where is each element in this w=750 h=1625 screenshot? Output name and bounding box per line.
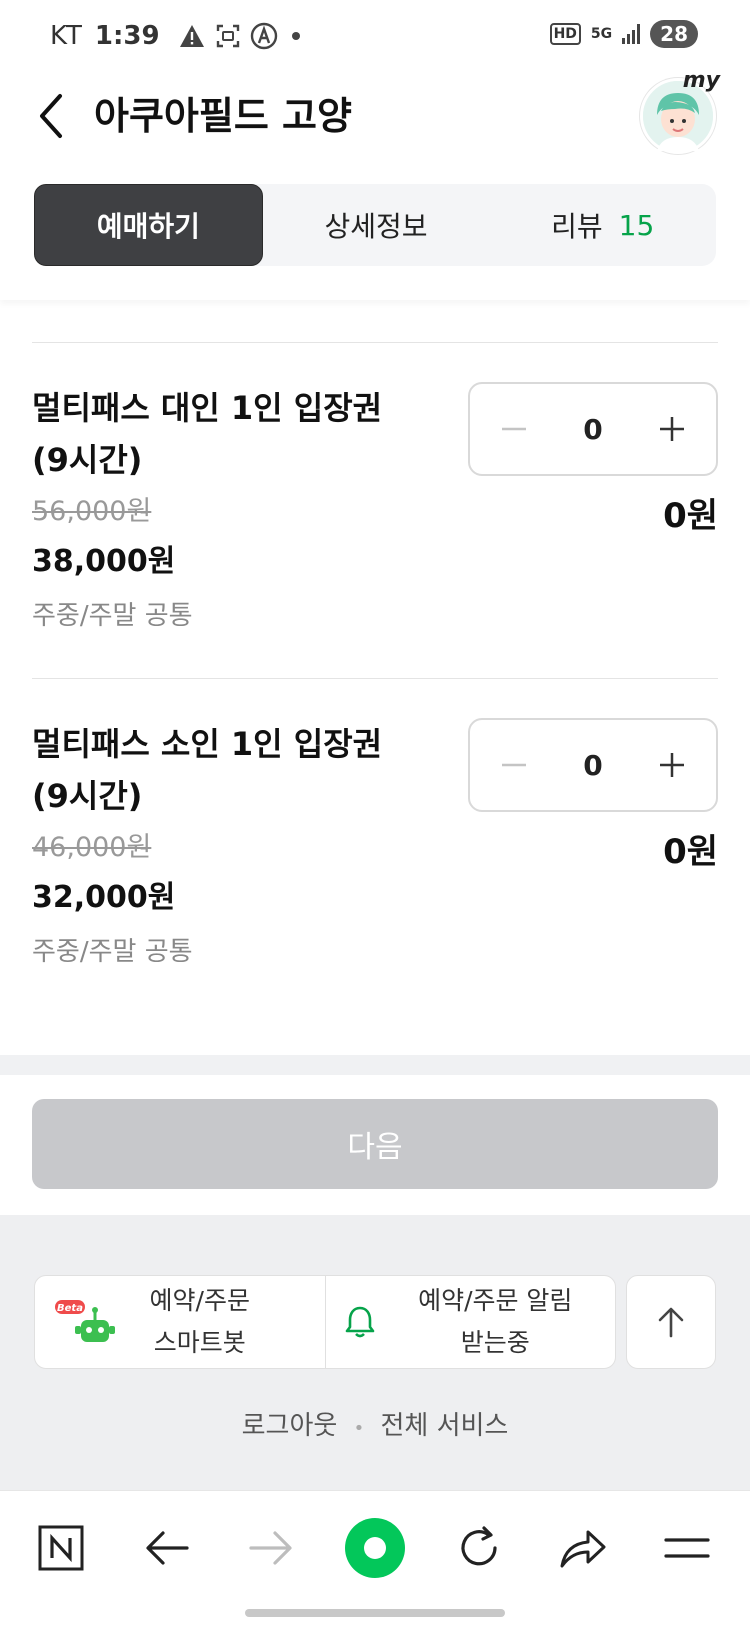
tab-bar-container: 예매하기 상세정보 리뷰 15: [0, 160, 750, 300]
tab-reviews-label: 리뷰: [551, 210, 603, 243]
refresh-icon: [461, 1526, 497, 1566]
refresh-button[interactable]: [444, 1513, 514, 1583]
warning-icon: [179, 25, 204, 47]
divider: [32, 678, 718, 679]
notification-dot: [291, 32, 300, 40]
order-alert-label-line2: 받는중: [460, 1328, 530, 1357]
green-dot-icon: [345, 1518, 405, 1578]
browser-forward-button[interactable]: [236, 1513, 306, 1583]
logout-link[interactable]: 로그아웃: [242, 1411, 338, 1441]
minus-icon: [502, 763, 526, 767]
arrow-left-icon: [146, 1531, 189, 1565]
hamburger-menu-icon: [664, 1538, 710, 1558]
ticket-name: 멀티패스 소인 1인 입장권 (9시간): [32, 725, 383, 815]
order-alert-label-line1: 예약/주문 알림: [418, 1286, 573, 1315]
my-label: my: [682, 68, 720, 93]
quantity-stepper: 0: [468, 718, 718, 812]
bell-icon: [345, 1306, 374, 1338]
back-button[interactable]: [32, 86, 72, 146]
increase-button[interactable]: [652, 409, 692, 449]
quantity-stepper: 0: [468, 382, 718, 476]
quantity-value: 0: [583, 748, 603, 782]
page-title: 아쿠아필드 고양: [94, 94, 352, 138]
chevron-left-icon: [40, 94, 62, 138]
tab-booking[interactable]: 예매하기: [34, 184, 263, 266]
naver-home-button[interactable]: [26, 1513, 96, 1583]
app-header: 아쿠아필드 고양 my: [0, 68, 750, 160]
smartbot-button[interactable]: Beta 예약/주문 스마트봇: [35, 1276, 325, 1368]
ticket-original-price: 56,000원: [32, 496, 152, 527]
tab-booking-label: 예매하기: [96, 210, 200, 243]
footer-links: 로그아웃 • 전체 서비스: [0, 1405, 750, 1442]
ticket-sale-price: 38,000원: [32, 544, 176, 579]
tab-details-label: 상세정보: [324, 210, 428, 243]
browser-toolbar: [0, 1490, 750, 1625]
naver-n-icon: [38, 1525, 84, 1571]
ticket-sale-price: 32,000원: [32, 880, 176, 915]
share-icon: [560, 1530, 606, 1568]
plus-icon: [659, 417, 684, 441]
next-button-area: 다음: [0, 1075, 750, 1215]
ticket-note: 주중/주말 공통: [32, 601, 193, 631]
auto-icon: [250, 22, 277, 50]
green-dot-button[interactable]: [340, 1513, 410, 1583]
battery-icon: 28: [650, 20, 698, 48]
ticket-original-price: 46,000원: [32, 832, 152, 863]
smartbot-label-line2: 스마트봇: [153, 1328, 246, 1357]
carrier-label: KT: [50, 21, 83, 51]
beta-badge: Beta: [57, 1303, 83, 1314]
signal-icon: [622, 24, 641, 44]
link-separator: •: [353, 1418, 365, 1439]
next-button[interactable]: 다음: [32, 1099, 718, 1189]
hd-voice-icon: HD: [549, 23, 581, 45]
all-services-link[interactable]: 전체 서비스: [380, 1411, 508, 1441]
robot-icon: Beta: [55, 1300, 115, 1342]
share-button[interactable]: [548, 1513, 618, 1583]
browser-back-button[interactable]: [132, 1513, 202, 1583]
smartbot-label-line1: 예약/주문: [149, 1286, 250, 1315]
scroll-top-button[interactable]: [626, 1275, 716, 1369]
decrease-button[interactable]: [494, 745, 534, 785]
status-bar: KT 1:39 HD 5G 28: [0, 0, 750, 72]
screenshot-icon: [216, 24, 239, 48]
ticket-total: 0원: [663, 496, 718, 536]
clock: 1:39: [94, 21, 160, 51]
review-count: 15: [618, 208, 655, 242]
ticket-item-adult: 멀티패스 대인 1인 입장권 (9시간) 56,000원 38,000원 주중/…: [32, 382, 718, 642]
ticket-note: 주중/주말 공통: [32, 937, 193, 967]
ticket-item-child: 멀티패스 소인 1인 입장권 (9시간) 46,000원 32,000원 주중/…: [32, 718, 718, 978]
increase-button[interactable]: [652, 745, 692, 785]
minus-icon: [502, 427, 526, 431]
tab-reviews[interactable]: 리뷰 15: [489, 184, 716, 266]
ticket-name: 멀티패스 대인 1인 입장권 (9시간): [32, 389, 383, 479]
divider: [32, 342, 718, 343]
footer-service-card: Beta 예약/주문 스마트봇 예약/주문 알림 받는중: [34, 1275, 616, 1369]
ticket-total: 0원: [663, 832, 718, 872]
arrow-right-icon: [249, 1531, 292, 1565]
tab-details[interactable]: 상세정보: [263, 184, 490, 266]
menu-button[interactable]: [652, 1513, 722, 1583]
footer: Beta 예약/주문 스마트봇 예약/주문 알림 받는중 로그아웃 • 전체 서…: [0, 1215, 750, 1490]
decrease-button[interactable]: [494, 409, 534, 449]
order-alert-button[interactable]: 예약/주문 알림 받는중: [324, 1276, 616, 1368]
tab-bar: 예매하기 상세정보 리뷰 15: [34, 184, 716, 266]
arrow-up-icon: [658, 1307, 684, 1338]
quantity-value: 0: [583, 412, 603, 446]
section-separator: [0, 1055, 750, 1075]
home-indicator[interactable]: [245, 1609, 505, 1617]
plus-icon: [659, 753, 684, 777]
network-5g-icon: 5G: [590, 26, 613, 42]
